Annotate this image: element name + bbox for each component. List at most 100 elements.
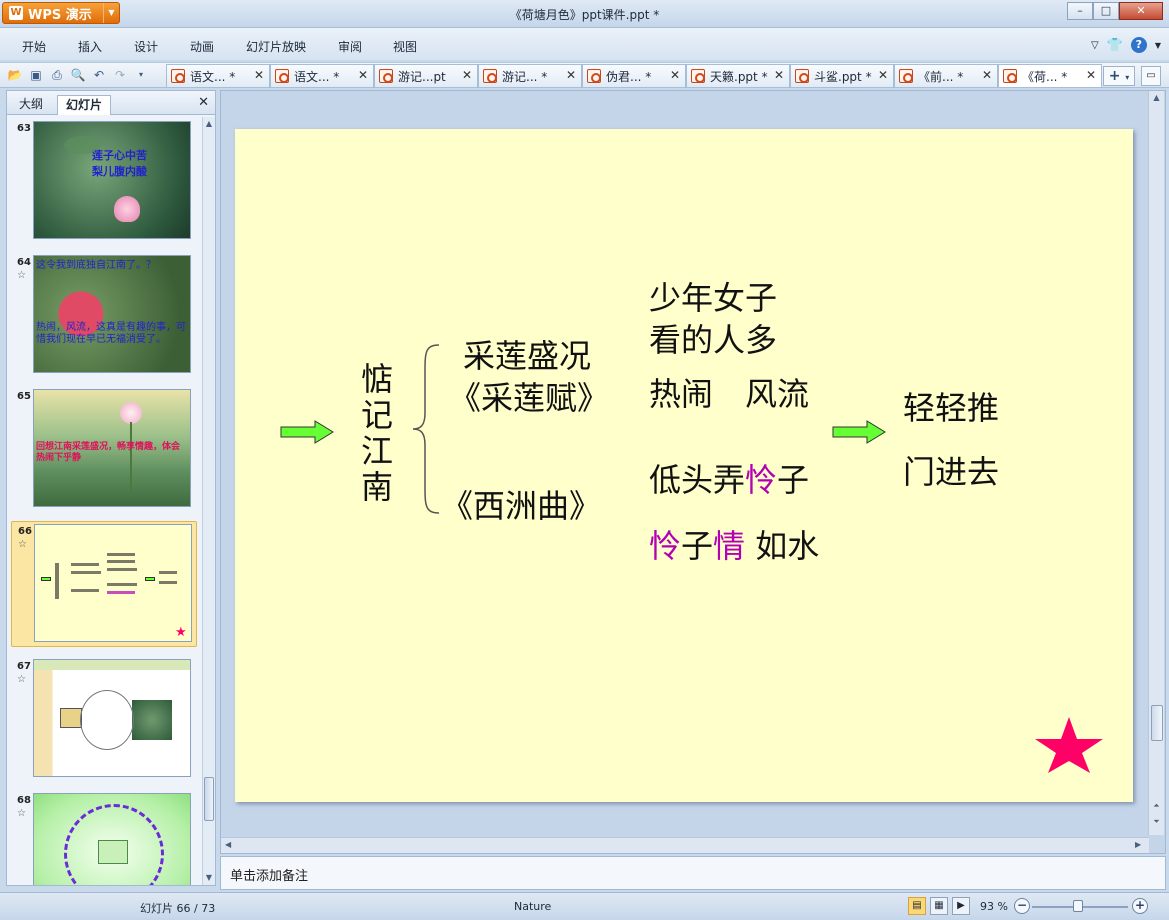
editor-vertical-scrollbar[interactable]: ▲ ⏶ ⏷ [1148,91,1164,835]
close-window-button[interactable]: ✕ [1119,2,1163,20]
document-tab[interactable]: 语文... * ✕ [270,64,374,87]
tab-label: 语文... * [294,69,340,84]
tab-label: 天籁.ppt * [710,69,768,84]
menu-insert[interactable]: 插入 [78,38,102,55]
column-text: 看的人多 [649,321,778,359]
help-icon[interactable]: ? [1130,37,1147,53]
slide-canvas[interactable]: 惦 记 江 南 采莲盛况 《采莲赋》 《西洲曲》 少年女子 看的人多 热闹 风流… [235,129,1133,802]
close-tab-icon[interactable]: ✕ [358,68,368,82]
slide-preview-text [55,563,59,599]
document-tab[interactable]: 《前... * ✕ [894,64,998,87]
animation-star-icon: ☆ [17,270,26,281]
menu-animation[interactable]: 动画 [190,38,214,55]
lotus-leaf-image [64,136,100,154]
scroll-left-icon[interactable]: ◀ [225,840,231,849]
editor-horizontal-scrollbar[interactable]: ◀ ▶ [221,837,1149,853]
title-char: 南 [360,468,393,506]
tab-list-button[interactable]: ▭ [1141,66,1161,86]
slide-header-band [34,660,190,670]
document-tab[interactable]: 游记... * ✕ [478,64,582,87]
zoom-slider-knob[interactable] [1073,900,1083,912]
previous-slide-icon[interactable]: ⏶ [1149,801,1164,811]
house-icon [60,708,82,728]
scroll-thumb[interactable] [1151,705,1163,741]
tab-slides[interactable]: 幻灯片 [57,95,112,115]
scroll-right-icon[interactable]: ▶ [1135,840,1141,849]
close-tab-icon[interactable]: ✕ [670,68,680,82]
menu-review[interactable]: 审阅 [338,38,362,55]
chevron-down-icon[interactable]: ▽ [1091,40,1099,51]
highlight-text: 情 [713,527,746,565]
star-icon: ★ [175,625,187,640]
scroll-thumb[interactable] [204,777,214,821]
title-char: 江 [360,432,393,470]
slide-number: 63 [17,123,31,134]
menu-home[interactable]: 开始 [22,38,46,55]
new-tab-button[interactable]: + ▾ [1103,66,1135,86]
ppt-file-icon [483,69,497,83]
document-tab[interactable]: 游记...pt ✕ [374,64,478,87]
zoom-in-button[interactable]: + [1132,898,1148,914]
menu-bar: 开始 插入 设计 动画 幻灯片放映 审阅 视图 ▽ 👕 ? ▼ [0,28,1169,60]
column-text: 低头弄怜子 [649,455,809,501]
close-tab-icon[interactable]: ✕ [254,68,264,82]
close-tab-icon[interactable]: ✕ [566,68,576,82]
status-bar: 幻灯片 66 / 73 Nature ▤ ▦ ▶ 93 % − + [0,892,1169,920]
print-icon[interactable]: ⎙ [48,66,66,84]
close-tab-icon[interactable]: ✕ [1086,68,1096,82]
title-bar: W WPS 演示 ▼ 《荷塘月色》ppt课件.ppt * – □ ✕ [0,0,1169,28]
undo-icon[interactable]: ↶ [90,66,108,84]
slideshow-view-button[interactable]: ▶ [952,897,970,915]
scroll-up-icon[interactable]: ▲ [203,117,215,131]
slide-preview-text: 梨儿腹内酸 [92,165,147,178]
close-tab-icon[interactable]: ✕ [982,68,992,82]
title-char: 惦 [360,360,393,398]
center-box-shape [98,840,128,864]
ppt-file-icon [587,69,601,83]
notes-pane[interactable]: 单击添加备注 [220,856,1166,890]
tab-label: 伪君... * [606,69,652,84]
slide-sorter-view-button[interactable]: ▦ [930,897,948,915]
open-folder-icon[interactable]: 📂 [6,66,24,84]
document-tab[interactable]: 天籁.ppt * ✕ [686,64,790,87]
tab-label: 游记...pt [398,69,446,84]
slide-thumbnail-selected[interactable]: 66 ☆ ★ [11,521,197,647]
maximize-button[interactable]: □ [1093,2,1119,20]
slide-thumbnail[interactable]: 65 回想江南采莲盛况，畅享情趣，体会热闹下乎静 [11,387,197,511]
customize-toolbar-icon[interactable]: ▾ [132,66,150,84]
chevron-down-icon[interactable]: ▼ [1155,41,1161,50]
slide-preview-text [107,591,135,594]
document-tab-active[interactable]: 《荷... * ✕ [998,64,1102,87]
slide-thumbnail[interactable]: 64 ☆ 这令我到底独自江南了。？ 热闹，风流，这真是有趣的事，可惜我们现在早已… [11,253,197,377]
slide-thumbnail[interactable]: 63 莲子心中苦 梨儿腹内酸 [11,119,197,243]
minimize-button[interactable]: – [1067,2,1093,20]
document-tab[interactable]: 伪君... * ✕ [582,64,686,87]
notes-placeholder[interactable]: 单击添加备注 [230,865,308,884]
scroll-up-icon[interactable]: ▲ [1149,93,1164,102]
scroll-down-icon[interactable]: ▼ [203,871,215,885]
redo-icon[interactable]: ↷ [111,66,129,84]
slide-thumbnail[interactable]: 68 ☆ [11,791,197,885]
normal-view-button[interactable]: ▤ [908,897,926,915]
slide-thumbnail[interactable]: 67 ☆ [11,657,197,781]
save-icon[interactable]: ▣ [27,66,45,84]
skin-shirt-icon[interactable]: 👕 [1107,38,1123,53]
document-tab[interactable]: 语文... * ✕ [166,64,270,87]
next-slide-icon[interactable]: ⏷ [1149,817,1164,827]
zoom-out-button[interactable]: − [1014,898,1030,914]
document-tab[interactable]: 斗鲨.ppt * ✕ [790,64,894,87]
tab-outline[interactable]: 大纲 [11,95,51,115]
close-tab-icon[interactable]: ✕ [774,68,784,82]
menu-design[interactable]: 设计 [134,38,158,55]
print-preview-icon[interactable]: 🔍 [69,66,87,84]
menu-view[interactable]: 视图 [393,38,417,55]
close-icon[interactable]: ✕ [198,95,209,110]
close-tab-icon[interactable]: ✕ [462,68,472,82]
thumbnail-scrollbar[interactable]: ▲ ▼ [202,117,215,885]
menu-slideshow[interactable]: 幻灯片放映 [246,38,306,55]
close-tab-icon[interactable]: ✕ [878,68,888,82]
slide-preview-text [107,560,135,563]
ppt-file-icon [171,69,185,83]
ppt-file-icon [275,69,289,83]
slides-panel: 大纲 幻灯片 ✕ 63 莲子心中苦 梨儿腹内酸 64 ☆ 这令我到底独自江南了。… [6,90,216,886]
